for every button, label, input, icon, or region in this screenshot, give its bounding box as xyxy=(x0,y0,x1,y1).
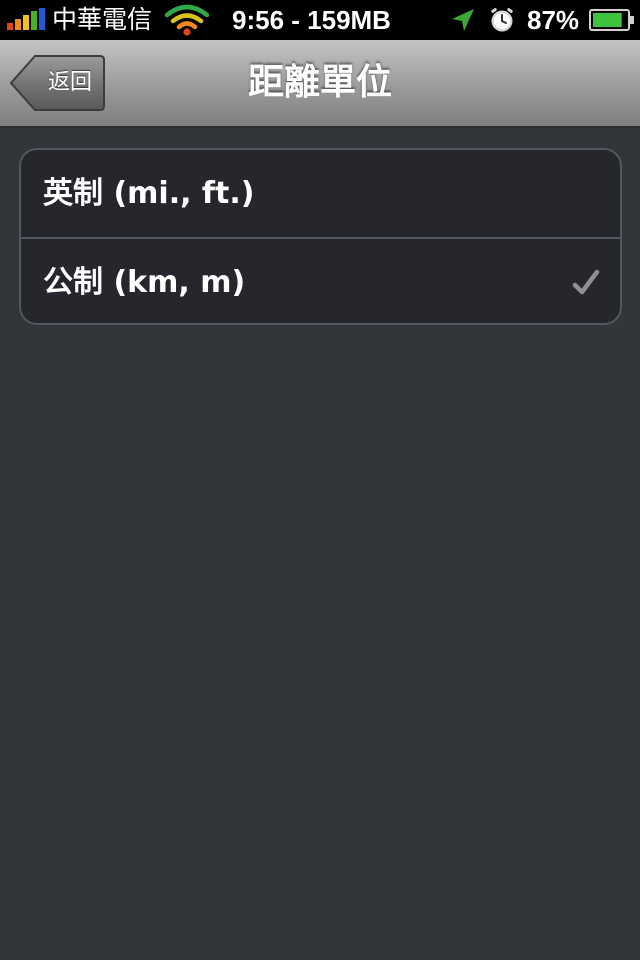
carrier-name: 中華電信 xyxy=(52,5,153,34)
back-button-label: 返回 xyxy=(47,70,92,95)
distance-unit-options: 英制 (mi., ft.) 公制 (km, m) xyxy=(19,148,622,325)
status-bar: 中華電信 9:56 - 159MB 87% xyxy=(0,0,640,40)
option-metric[interactable]: 公制 (km, m) xyxy=(21,237,620,323)
location-arrow-icon xyxy=(452,9,474,31)
alarm-clock-icon xyxy=(491,8,513,32)
battery-percent: 87% xyxy=(527,5,580,35)
time-memory-readout: 9:56 - 159MB xyxy=(232,5,391,35)
option-imperial-label: 英制 (mi., ft.) xyxy=(43,176,255,211)
option-imperial[interactable]: 英制 (mi., ft.) xyxy=(21,150,620,237)
wifi-icon xyxy=(165,4,209,36)
navigation-bar: 返回 距離單位 xyxy=(0,40,640,128)
checkmark-icon xyxy=(572,269,600,295)
battery-icon xyxy=(589,9,634,31)
signal-bars-icon xyxy=(7,8,45,30)
page-title: 距離單位 xyxy=(247,62,392,103)
back-button[interactable]: 返回 xyxy=(10,54,106,112)
option-metric-label: 公制 (km, m) xyxy=(43,265,246,300)
